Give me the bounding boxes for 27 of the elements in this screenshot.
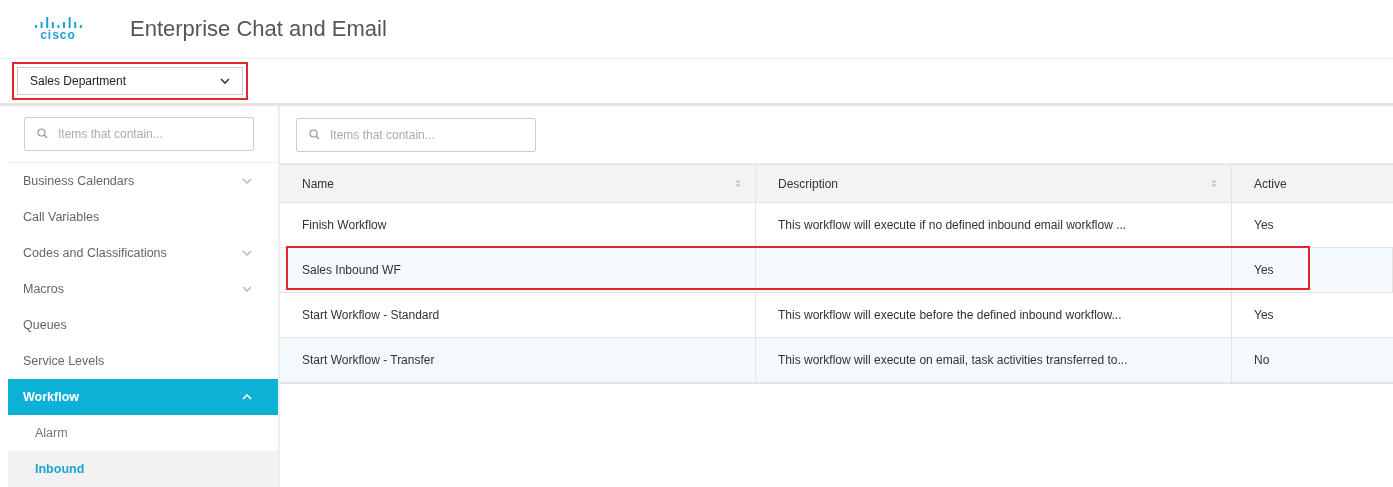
sidebar-subitem[interactable]: Alarm bbox=[8, 414, 278, 451]
sort-icon[interactable] bbox=[735, 179, 741, 188]
sidebar-item[interactable]: Service Levels bbox=[8, 342, 278, 379]
search-icon bbox=[309, 129, 320, 140]
table-cell: Start Workflow - Transfer bbox=[280, 338, 756, 382]
logo-bars-icon bbox=[34, 17, 82, 28]
app-title: Enterprise Chat and Email bbox=[130, 16, 387, 42]
table-cell: This workflow will execute if no defined inbound email workflow ... bbox=[756, 203, 1232, 247]
chevron-down-icon bbox=[220, 78, 230, 84]
search-icon bbox=[37, 128, 48, 140]
table-cell-text: No bbox=[1253, 352, 1271, 369]
column-header[interactable]: Active bbox=[1232, 165, 1393, 202]
table-cell-text: Yes bbox=[1253, 307, 1275, 324]
chevron-down-icon bbox=[242, 285, 252, 292]
table-cell-text: Yes bbox=[1253, 217, 1275, 234]
department-select[interactable]: Sales Department bbox=[17, 67, 243, 95]
sidebar-item[interactable]: Business Calendars bbox=[8, 162, 278, 199]
chevron-up-icon bbox=[242, 393, 252, 400]
sidebar-item[interactable]: Macros bbox=[8, 270, 278, 307]
logo-text: cisco bbox=[40, 29, 76, 41]
sidebar-item[interactable]: Call Variables bbox=[8, 198, 278, 235]
table-cell: This workflow will execute on email, task activities transferred to... bbox=[756, 338, 1232, 382]
chevron-down-icon bbox=[242, 249, 252, 256]
sort-icon[interactable] bbox=[1211, 179, 1217, 188]
sidebar-item[interactable]: Codes and Classifications bbox=[8, 234, 278, 271]
sidebar-item[interactable]: Queues bbox=[8, 306, 278, 343]
chevron-down-icon bbox=[242, 177, 252, 184]
